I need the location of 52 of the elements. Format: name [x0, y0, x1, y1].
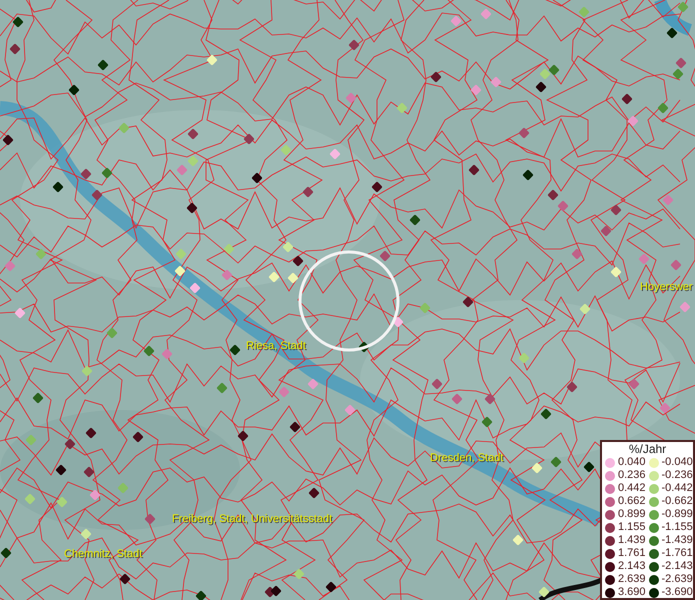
data-point[interactable]	[371, 181, 383, 193]
data-point[interactable]	[186, 202, 198, 214]
legend-value: 0.899	[618, 509, 646, 520]
data-point[interactable]	[12, 16, 24, 28]
data-point[interactable]	[0, 547, 12, 559]
data-point[interactable]	[270, 585, 282, 597]
data-point[interactable]	[289, 421, 301, 433]
legend-value: -1.761	[662, 548, 693, 559]
data-point[interactable]	[119, 573, 131, 585]
legend-value: 0.040	[618, 457, 646, 468]
data-point[interactable]	[292, 255, 304, 267]
data-point[interactable]	[666, 27, 678, 39]
legend-value: 1.439	[618, 535, 646, 546]
data-point[interactable]	[325, 581, 337, 593]
legend-value: 1.761	[618, 548, 646, 559]
legend-value: 1.155	[618, 522, 646, 533]
data-point[interactable]	[251, 172, 263, 184]
legend-value: -2.143	[662, 561, 693, 572]
data-point[interactable]	[308, 487, 320, 499]
data-point[interactable]	[538, 586, 550, 598]
data-point[interactable]	[55, 464, 67, 476]
legend-value: -0.236	[662, 470, 693, 481]
data-point[interactable]	[85, 427, 97, 439]
data-point[interactable]	[237, 430, 249, 442]
legend-value: 2.639	[618, 574, 646, 585]
river	[654, 0, 692, 36]
legend-value: -0.899	[662, 509, 693, 520]
legend-value: -0.442	[662, 483, 693, 494]
data-point[interactable]	[97, 59, 109, 71]
data-point[interactable]	[583, 461, 595, 473]
data-point[interactable]	[68, 84, 80, 96]
legend-value: -1.155	[662, 522, 693, 533]
legend-value: -0.040	[662, 457, 693, 468]
legend-value: -1.439	[662, 535, 693, 546]
legend-value: 2.143	[618, 561, 646, 572]
legend-value: -2.639	[662, 574, 693, 585]
data-point[interactable]	[535, 81, 547, 93]
data-point[interactable]	[52, 181, 64, 193]
legend-value: 0.442	[618, 483, 646, 494]
legend-value: -3.690	[662, 587, 693, 598]
data-point[interactable]	[358, 341, 370, 353]
legend-value: -0.662	[662, 496, 693, 507]
legend-value: 0.662	[618, 496, 646, 507]
data-point[interactable]	[462, 296, 474, 308]
legend-value: 3.690	[618, 587, 646, 598]
legend-title: %/Jahr	[628, 443, 668, 456]
data-point[interactable]	[522, 169, 534, 181]
data-point[interactable]	[229, 344, 241, 356]
legend-value: 0.236	[618, 470, 646, 481]
data-point[interactable]	[2, 134, 14, 146]
data-point[interactable]	[132, 431, 144, 443]
data-point[interactable]	[195, 590, 207, 600]
